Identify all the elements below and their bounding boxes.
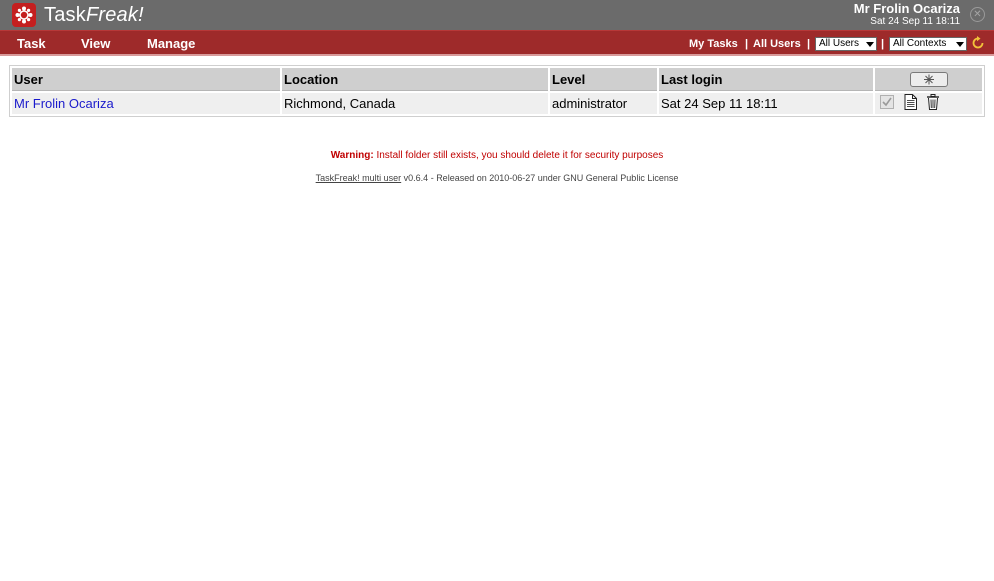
nav-separator: | [881,38,885,50]
refresh-icon[interactable] [970,35,986,51]
menu-view[interactable]: View [81,36,110,51]
menu-bar: Task View Manage My Tasks | All Users | … [0,30,994,56]
my-tasks-link[interactable]: My Tasks [689,38,738,51]
nav-separator: | [745,38,749,50]
app-title-suffix: Freak! [85,4,144,26]
footer-text: v0.6.4 - Released on 2010-06-27 under GN… [401,173,679,183]
user-link[interactable]: Mr Frolin Ocariza [14,96,114,111]
checkmark-icon[interactable] [880,95,894,112]
header-level[interactable]: Level [550,68,657,91]
close-icon[interactable]: ✕ [970,7,985,22]
contexts-select-value: All Contexts [893,38,947,49]
taskfreak-logo-icon[interactable] [12,3,36,27]
contexts-select[interactable]: All Contexts [889,37,967,51]
warning-label: Warning: [330,150,374,161]
app-title[interactable]: TaskFreak! [44,3,144,27]
current-datetime: Sat 24 Sep 11 18:11 [870,16,960,27]
footer: TaskFreak! multi user v0.6.4 - Released … [0,173,994,184]
trash-icon[interactable] [926,94,940,113]
install-warning: Warning: Install folder still exists, yo… [0,150,994,162]
all-users-link[interactable]: All Users [753,38,801,51]
header-actions [875,68,982,91]
header-user[interactable]: User [12,68,280,91]
nav-separator: | [807,38,811,50]
current-user-name: Mr Frolin Ocariza [853,1,960,16]
warning-text: Install folder still exists, you should … [373,150,664,161]
menu-manage[interactable]: Manage [147,36,195,51]
menu-task[interactable]: Task [17,36,46,51]
cell-user: Mr Frolin Ocariza [12,93,280,114]
app-title-prefix: Task [44,4,86,26]
dropdown-arrow-icon [956,42,964,47]
users-select[interactable]: All Users [815,37,877,51]
table-row: Mr Frolin Ocariza Richmond, Canada admin… [12,93,982,114]
cell-last-login: Sat 24 Sep 11 18:11 [659,93,873,114]
cell-level: administrator [550,93,657,114]
dropdown-arrow-icon [866,42,874,47]
cell-actions [875,93,982,114]
cell-location: Richmond, Canada [282,93,548,114]
document-icon[interactable] [904,94,917,113]
header-location[interactable]: Location [282,68,548,91]
users-select-value: All Users [819,38,860,49]
users-table: User Location Level Last login Mr Frolin… [9,65,985,117]
add-user-icon [923,74,934,84]
taskfreak-link[interactable]: TaskFreak! multi user [316,173,402,183]
top-header: TaskFreak! Mr Frolin Ocariza Sat 24 Sep … [0,0,994,30]
add-user-button[interactable] [909,71,948,87]
table-header-row: User Location Level Last login [12,68,982,91]
header-last-login[interactable]: Last login [659,68,873,91]
